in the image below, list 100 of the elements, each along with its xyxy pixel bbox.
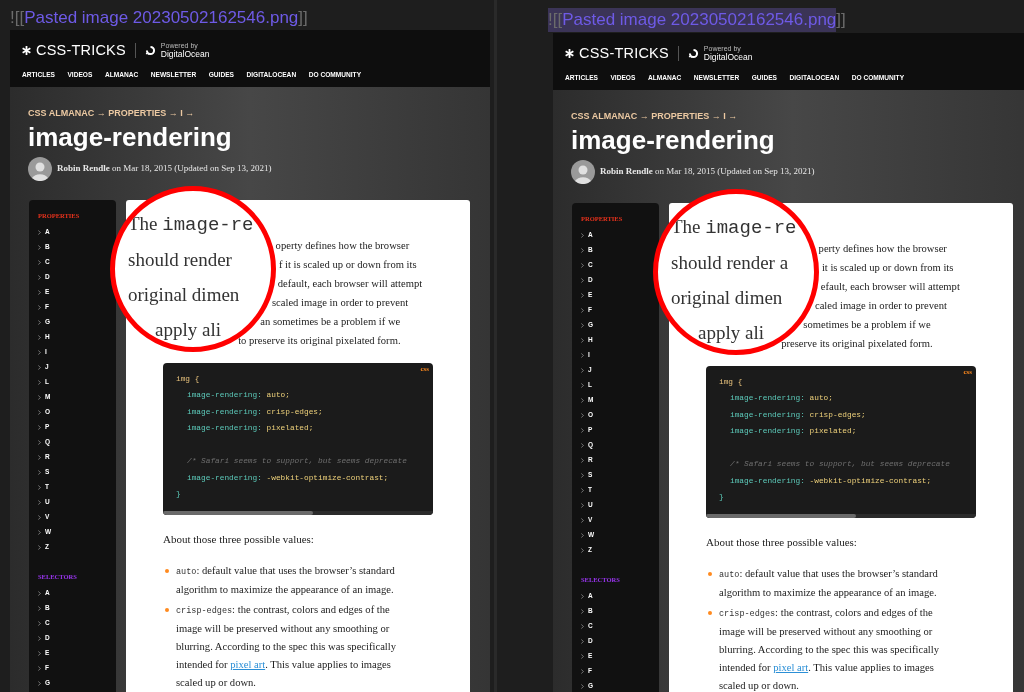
paragraph-text: caled image in order to prevent: [814, 299, 947, 313]
site-logo[interactable]: CSS-TRICKS: [36, 43, 126, 58]
embed-syntax: ]]: [298, 7, 308, 29]
chevron-icon: [581, 338, 584, 343]
chevron-icon: [581, 639, 584, 644]
chevron-icon: [38, 545, 41, 550]
chevron-icon: [581, 548, 584, 553]
chevron-icon: [38, 470, 41, 475]
chevron-icon: [38, 485, 41, 490]
chevron-icon: [38, 275, 41, 280]
paragraph-text: efault, each browser will attempt: [820, 280, 960, 294]
chevron-icon: [581, 353, 584, 358]
paragraph-text: sometimes be a problem if we: [803, 318, 931, 332]
bullet-icon: [165, 568, 169, 573]
chevron-icon: [581, 473, 584, 478]
byline: Robin Rendle on Mar 18, 2015 (Updated on Sep 13, 2021): [57, 162, 272, 176]
chevron-icon: [38, 290, 41, 295]
chevron-icon: [38, 260, 41, 265]
avatar-icon: [571, 160, 595, 184]
magnified-text: apply ali: [698, 321, 764, 344]
chevron-icon: [581, 398, 584, 403]
magnified-text: should render: [128, 248, 232, 271]
chevron-icon: [581, 533, 584, 538]
site-logo[interactable]: CSS-TRICKS: [579, 46, 669, 61]
chevron-icon: [581, 383, 584, 388]
chevron-icon: [38, 651, 41, 656]
chevron-icon: [38, 606, 41, 611]
chevron-icon: [581, 413, 584, 418]
chevron-icon: [38, 365, 41, 370]
paragraph-text: default, each browser will attempt: [277, 277, 423, 291]
chevron-icon: [581, 684, 584, 689]
chevron-icon: [38, 591, 41, 596]
paragraph-text: f it is scaled up or down from its: [278, 258, 417, 272]
chevron-icon: [581, 293, 584, 298]
bullet-icon: [708, 571, 712, 576]
paragraph-text: to preserve its original pixelated form.: [238, 334, 401, 348]
chevron-icon: [581, 654, 584, 659]
chevron-icon: [38, 395, 41, 400]
magnified-text: apply ali: [155, 318, 221, 341]
chevron-icon: [38, 350, 41, 355]
chevron-icon: [38, 530, 41, 535]
magnified-text: original dimen: [128, 283, 240, 306]
chevron-icon: [38, 425, 41, 430]
magnified-text: original dimen: [671, 286, 783, 309]
breadcrumb: CSS ALMANAC → PROPERTIES → I →: [28, 108, 196, 118]
ring-logo-icon: [144, 45, 156, 56]
embed-syntax: ![[: [548, 7, 563, 32]
chevron-icon: [38, 666, 41, 671]
chevron-icon: [581, 594, 584, 599]
chevron-icon: [581, 308, 584, 313]
paragraph-text: scaled image in order to prevent: [271, 296, 409, 310]
page-title: image-rendering: [28, 122, 233, 152]
chevron-icon: [38, 621, 41, 626]
chevron-icon: [581, 458, 584, 463]
chevron-icon: [581, 624, 584, 629]
byline: Robin Rendle on Mar 18, 2015 (Updated on Sep 13, 2021): [600, 165, 815, 179]
bullet-icon: [165, 607, 169, 612]
embed-syntax: ![[: [10, 7, 25, 29]
asterisk-icon: [22, 46, 31, 55]
chevron-icon: [581, 518, 584, 523]
paragraph-text: it is scaled up or down from its: [821, 261, 954, 275]
embed-syntax: ]]: [836, 8, 846, 31]
chevron-icon: [581, 488, 584, 493]
sponsor-name: DigitalOcean: [160, 49, 210, 59]
paragraph-text: About those three possible values:: [163, 531, 315, 547]
paragraph-text: perty defines how the browser: [818, 242, 947, 256]
chevron-icon: [38, 305, 41, 310]
chevron-icon: [38, 681, 41, 686]
page-title: image-rendering: [571, 125, 776, 155]
chevron-icon: [581, 263, 584, 268]
chevron-icon: [38, 380, 41, 385]
chevron-icon: [38, 455, 41, 460]
paragraph-text: preserve its original pixelated form.: [781, 337, 933, 351]
avatar-icon: [28, 157, 52, 181]
chevron-icon: [581, 278, 584, 283]
chevron-icon: [38, 245, 41, 250]
sponsor-name: DigitalOcean: [703, 52, 753, 62]
chevron-icon: [581, 669, 584, 674]
chevron-icon: [38, 636, 41, 641]
asterisk-icon: [565, 49, 574, 58]
chevron-icon: [581, 323, 584, 328]
ring-logo-icon: [687, 48, 699, 59]
breadcrumb: CSS ALMANAC → PROPERTIES → I →: [571, 111, 739, 121]
chevron-icon: [581, 233, 584, 238]
chevron-icon: [38, 335, 41, 340]
chevron-icon: [38, 440, 41, 445]
chevron-icon: [581, 609, 584, 614]
chevron-icon: [581, 248, 584, 253]
chevron-icon: [38, 410, 41, 415]
chevron-icon: [581, 503, 584, 508]
magnified-text: should render a: [671, 251, 789, 274]
chevron-icon: [581, 443, 584, 448]
paragraph-text: About those three possible values:: [706, 534, 858, 550]
chevron-icon: [581, 368, 584, 373]
chevron-icon: [38, 320, 41, 325]
bullet-icon: [708, 610, 712, 615]
chevron-icon: [38, 230, 41, 235]
paragraph-text: operty defines how the browser: [275, 239, 410, 253]
chevron-icon: [38, 500, 41, 505]
chevron-icon: [581, 428, 584, 433]
